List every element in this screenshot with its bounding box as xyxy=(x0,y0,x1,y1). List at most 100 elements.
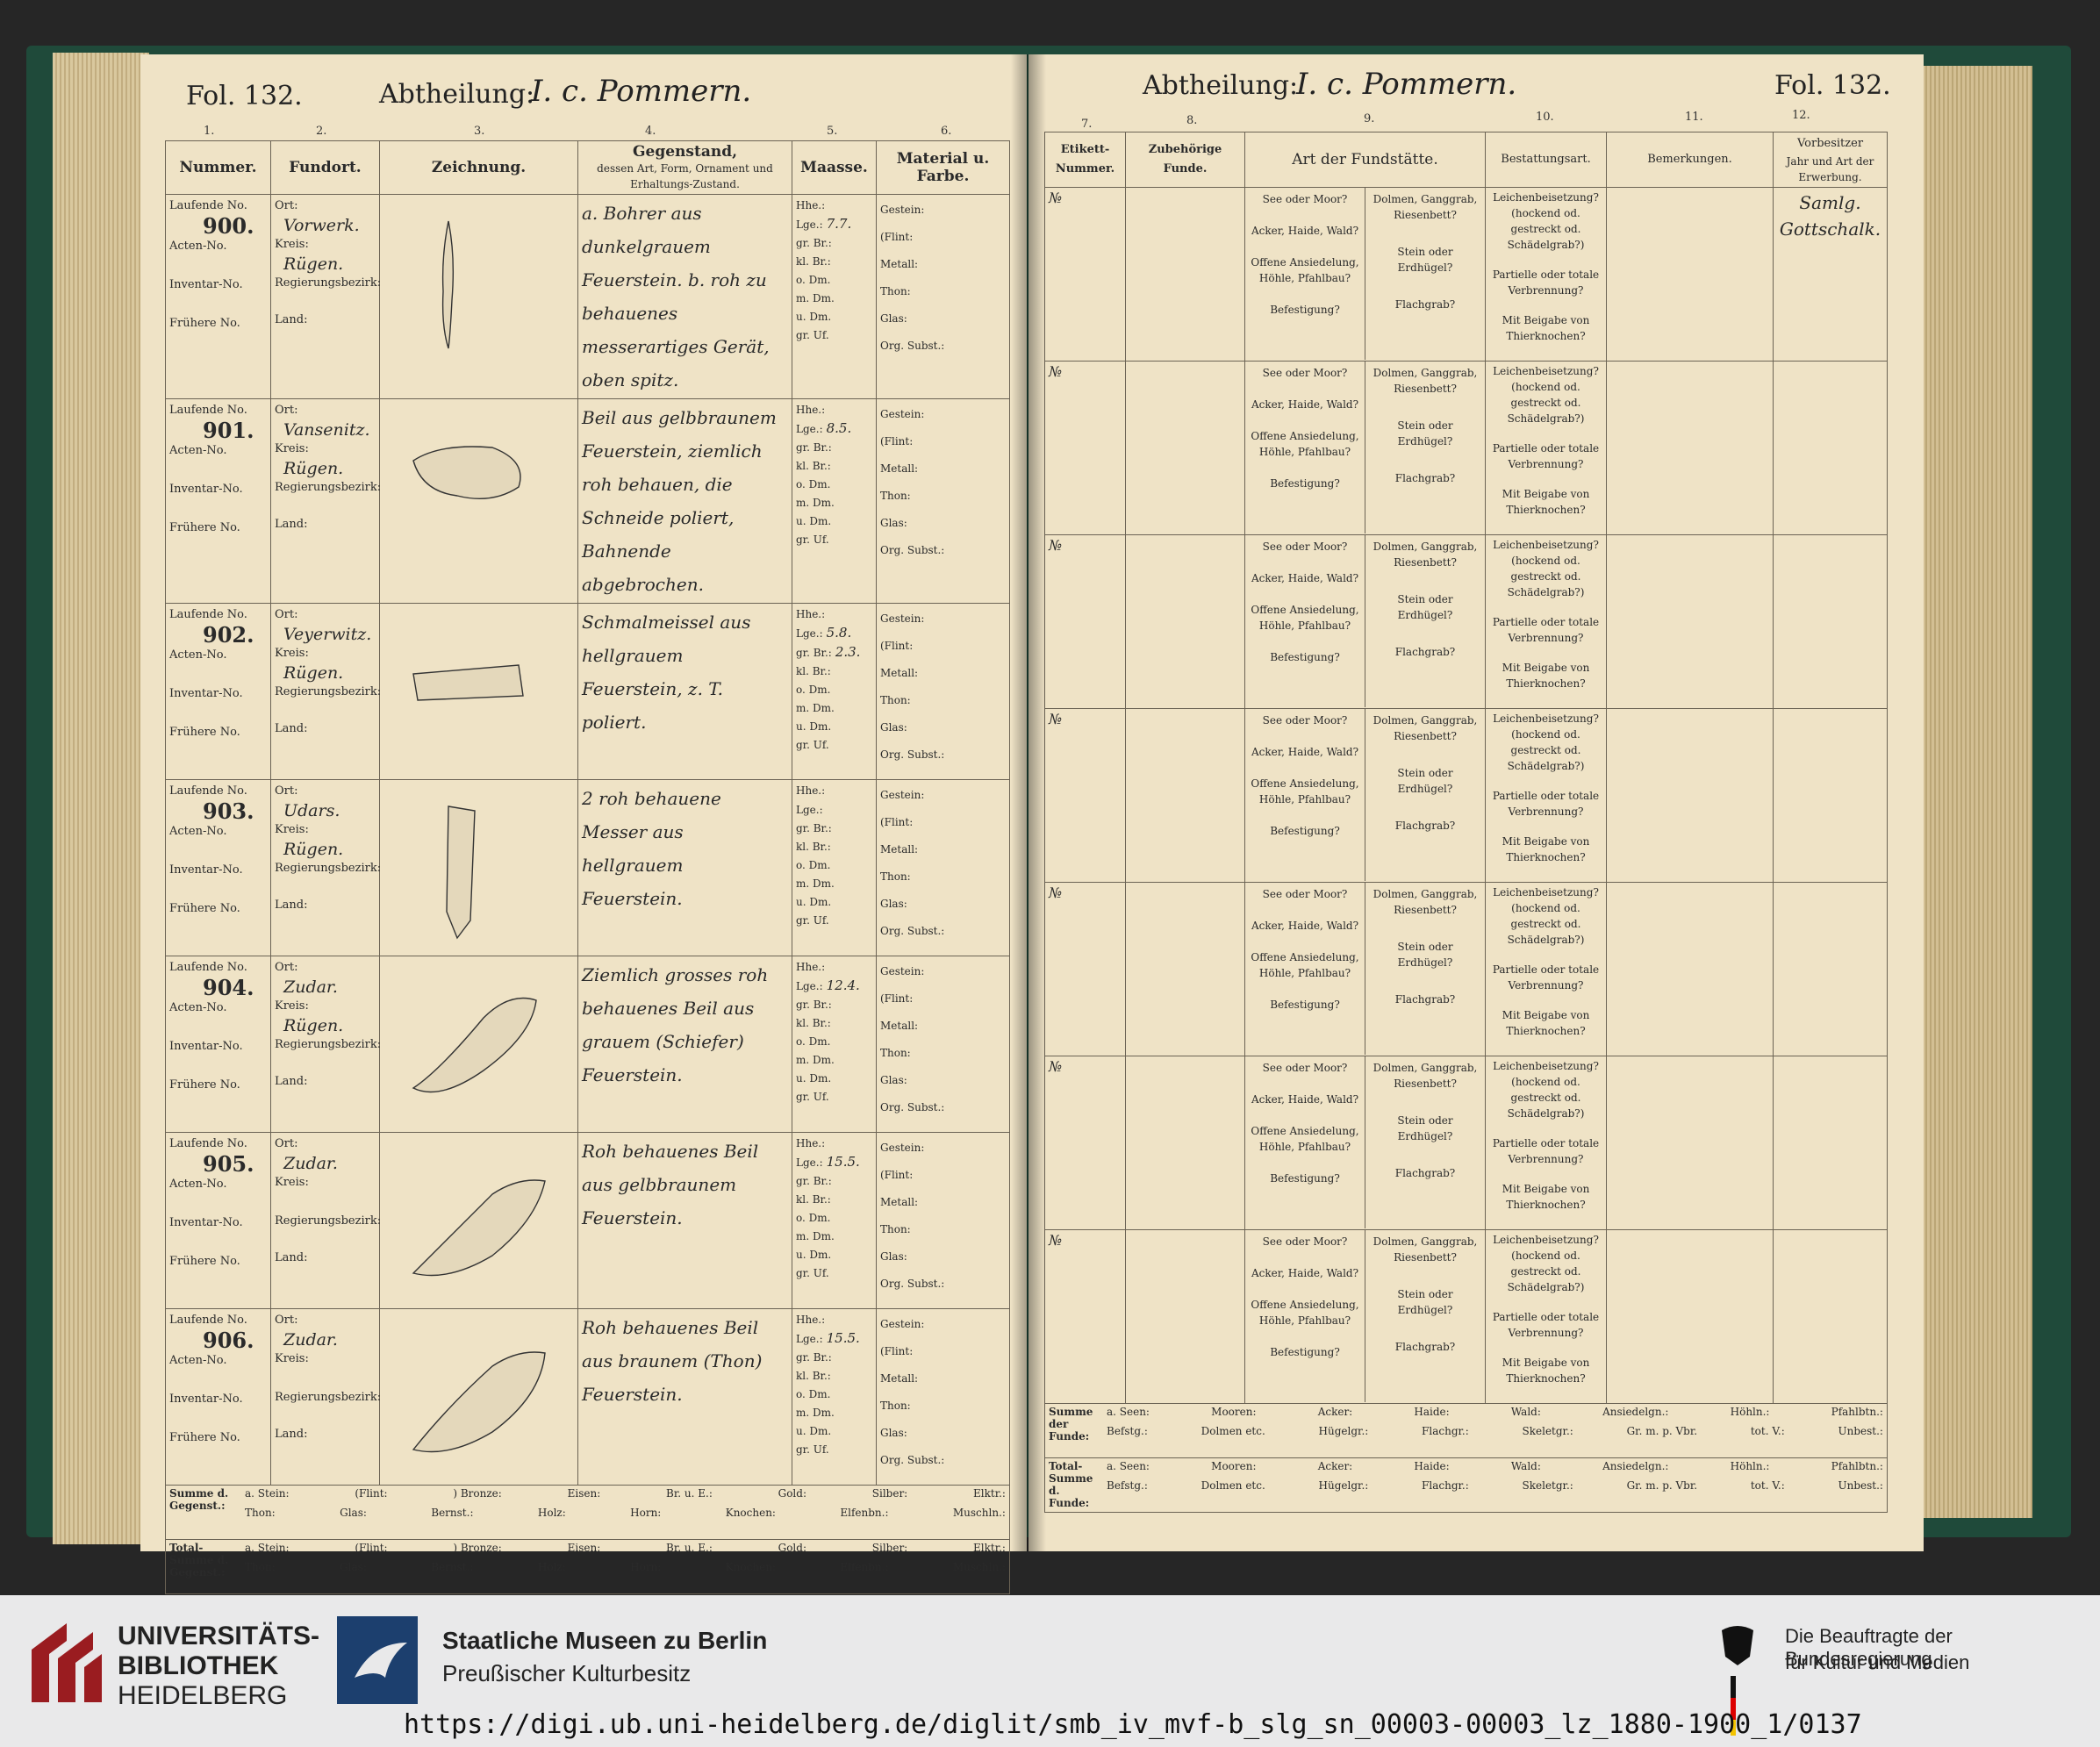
nummer-cell: Laufende No. 901. Acten-No. Inventar-No. Frü… xyxy=(165,398,271,604)
fruehere-label: Frühere No. xyxy=(169,1431,240,1444)
fundort-cell: Ort: Zudar. Kreis: Regierungsbezirk: Land: xyxy=(270,1132,381,1309)
material-label: Gestein: xyxy=(880,789,925,801)
kreis-label: Kreis: xyxy=(275,1352,309,1365)
maasse-line: kl. Br.: xyxy=(796,457,872,476)
maasse-line: gr. Br.: xyxy=(796,234,872,253)
colnum: 12. xyxy=(1792,109,1810,122)
fund-row: № See oder Moor? Acker, Haide, Wald? Offene… xyxy=(1044,1056,1888,1230)
register-row: Laufende No. 903. Acten-No. Inventar-No. Frü… xyxy=(165,779,1010,956)
maasse-label: Lge.: xyxy=(796,423,823,435)
regbez-label: Regierungsbezirk: xyxy=(275,276,382,290)
laufende-number: 905. xyxy=(203,1151,254,1177)
maasse-cell: Hhe.: Lge.: 7.7. gr. Br.: kl. Br.: o. Dm. m. D… xyxy=(792,194,877,399)
colnum: 11. xyxy=(1685,111,1703,124)
right-folio: Fol. 132. xyxy=(1774,70,1891,101)
summary-field: Holz: xyxy=(537,1507,566,1519)
summary-field: Eisen: xyxy=(567,1542,601,1554)
maasse-line: u. Dm. xyxy=(796,308,872,326)
nummer-cell: Laufende No. 904. Acten-No. Inventar-No. Frü… xyxy=(165,956,271,1133)
lge-value: 12.4. xyxy=(826,977,860,993)
material-label: (Flint: xyxy=(880,435,914,447)
laufende-number: 900. xyxy=(203,213,254,239)
bestattung-label: Leichenbeisetzung? (hockend od. gestreck… xyxy=(1493,1060,1599,1120)
bemerkungen-cell xyxy=(1606,1229,1774,1404)
bestattung-label: Mit Beigabe von Thierknochen? xyxy=(1502,662,1590,690)
material-label: Metall: xyxy=(880,258,919,270)
maasse-line: Lge.: 8.5. xyxy=(796,419,872,439)
fundstaette-cell: See oder Moor? Acker, Haide, Wald? Offene … xyxy=(1244,708,1486,883)
summary-field: Wald: xyxy=(1510,1460,1541,1472)
ub-heidelberg-logo-icon[interactable] xyxy=(23,1615,104,1711)
land-label: Land: xyxy=(275,1251,308,1264)
zeichnung-cell xyxy=(379,779,578,956)
maasse-line: o. Dm. xyxy=(796,476,872,494)
maasse-label: gr. Uf. xyxy=(796,1443,829,1456)
fund-row: № See oder Moor? Acker, Haide, Wald? Offene… xyxy=(1044,187,1888,362)
bestattung-label: Mit Beigabe von Thierknochen? xyxy=(1502,1183,1590,1211)
summary-field: tot. V.: xyxy=(1750,1425,1785,1437)
colnum: 1. xyxy=(204,125,215,138)
fund-a-label: See oder Moor? xyxy=(1262,888,1348,900)
summary-field: ) Bronze: xyxy=(453,1487,502,1500)
maasse-line: Hhe.: xyxy=(796,1311,872,1329)
maasse-line: o. Dm. xyxy=(796,856,872,875)
left-register-table: Nummer. Fundort. Zeichnung. Gegenstand, d… xyxy=(165,140,1010,1594)
maasse-label: Hhe.: xyxy=(796,961,826,973)
fund-a-label: See oder Moor? xyxy=(1262,541,1348,553)
maasse-label: o. Dm. xyxy=(796,478,831,490)
summe-row: Summe d. Gegenst.: a. Stein: (Flint:) Bro… xyxy=(165,1485,1010,1540)
acten-label: Acten-No. xyxy=(169,648,227,662)
right-total-label: Total-Summe d. Funde: xyxy=(1049,1460,1093,1509)
kreis-label: Kreis: xyxy=(275,647,309,660)
kreis-value: Rügen. xyxy=(283,840,344,859)
footer-bar[interactable]: UNIVERSITÄTS- BIBLIOTHEK HEIDELBERG Staa… xyxy=(0,1595,2100,1747)
maasse-label: u. Dm. xyxy=(796,1249,832,1261)
fruehere-label: Frühere No. xyxy=(169,726,240,739)
acten-label: Acten-No. xyxy=(169,444,227,457)
fruehere-label: Frühere No. xyxy=(169,317,240,330)
fund-b-label: Stein oder Erdhügel? xyxy=(1397,1114,1453,1142)
nummer-cell: Laufende No. 905. Acten-No. Inventar-No. Frü… xyxy=(165,1132,271,1309)
material-label: Org. Subst.: xyxy=(880,340,945,352)
regbez-label: Regierungsbezirk: xyxy=(275,685,382,698)
smb-logo-icon[interactable] xyxy=(337,1616,418,1704)
fruehere-label: Frühere No. xyxy=(169,1255,240,1268)
summary-field: Unbest.: xyxy=(1838,1425,1883,1437)
maasse-line: u. Dm. xyxy=(796,893,872,912)
maasse-label: gr. Br.: xyxy=(796,1351,832,1364)
maasse-label: gr. Br.: xyxy=(796,822,832,834)
maasse-line: gr. Br.: xyxy=(796,996,872,1014)
gegenstand-cell: a. Bohrer aus dunkelgrauem Feuerstein. b… xyxy=(577,194,792,399)
gegenstand-cell: Beil aus gelbbraunem Feuerstein, ziemlic… xyxy=(577,398,792,604)
fundstaette-b: Dolmen, Ganggrab, Riesenbett? Stein oder … xyxy=(1365,362,1485,533)
maasse-label: o. Dm. xyxy=(796,1212,831,1224)
fruehere-label: Frühere No. xyxy=(169,1078,240,1092)
maasse-label: kl. Br.: xyxy=(796,1017,831,1029)
maasse-line: Lge.: 7.7. xyxy=(796,215,872,234)
maasse-cell: Hhe.: Lge.: 15.5. gr. Br.: kl. Br.: o. Dm. m. … xyxy=(792,1132,877,1309)
fund-a-label: Acker, Haide, Wald? xyxy=(1251,1093,1359,1106)
header-fundort: Fundort. xyxy=(270,140,380,195)
summary-field: a. Seen: xyxy=(1107,1406,1150,1418)
summary-field: Hügelgr.: xyxy=(1318,1479,1369,1492)
nummer-cell: Laufende No. 903. Acten-No. Inventar-No. Frü… xyxy=(165,779,271,956)
fundstaette-cell: See oder Moor? Acker, Haide, Wald? Offene … xyxy=(1244,1056,1486,1230)
fund-b-label: Dolmen, Ganggrab, Riesenbett? xyxy=(1373,888,1478,916)
vorbesitzer-value: Samlg. Gottschalk. xyxy=(1779,192,1881,240)
maasse-label: gr. Uf. xyxy=(796,329,829,341)
summary-field: Knochen: xyxy=(725,1507,776,1519)
summary-field: Pfahlbtn.: xyxy=(1831,1406,1883,1418)
source-url-link[interactable]: https://digi.ub.uni-heidelberg.de/diglit… xyxy=(404,1709,1862,1740)
land-label: Land: xyxy=(275,1428,308,1441)
summary-field: Ansiedelgn.: xyxy=(1602,1460,1669,1472)
ort-value: Zudar. xyxy=(283,1330,338,1350)
fund-b-label: Flachgrab? xyxy=(1394,993,1456,1006)
laufende-number: 901. xyxy=(203,418,254,443)
register-row: Laufende No. 902. Acten-No. Inventar-No. Frü… xyxy=(165,603,1010,780)
summary-field: Acker: xyxy=(1317,1406,1353,1418)
header-bemerkungen: Bemerkungen. xyxy=(1606,132,1774,188)
ort-value: Vorwerk. xyxy=(283,216,360,235)
material-cell: Gestein: (Flint: Metall: Thon: Glas: Org. Sub… xyxy=(876,779,1010,956)
fund-b-label: Flachgrab? xyxy=(1394,472,1456,484)
material-label: Metall: xyxy=(880,843,919,856)
